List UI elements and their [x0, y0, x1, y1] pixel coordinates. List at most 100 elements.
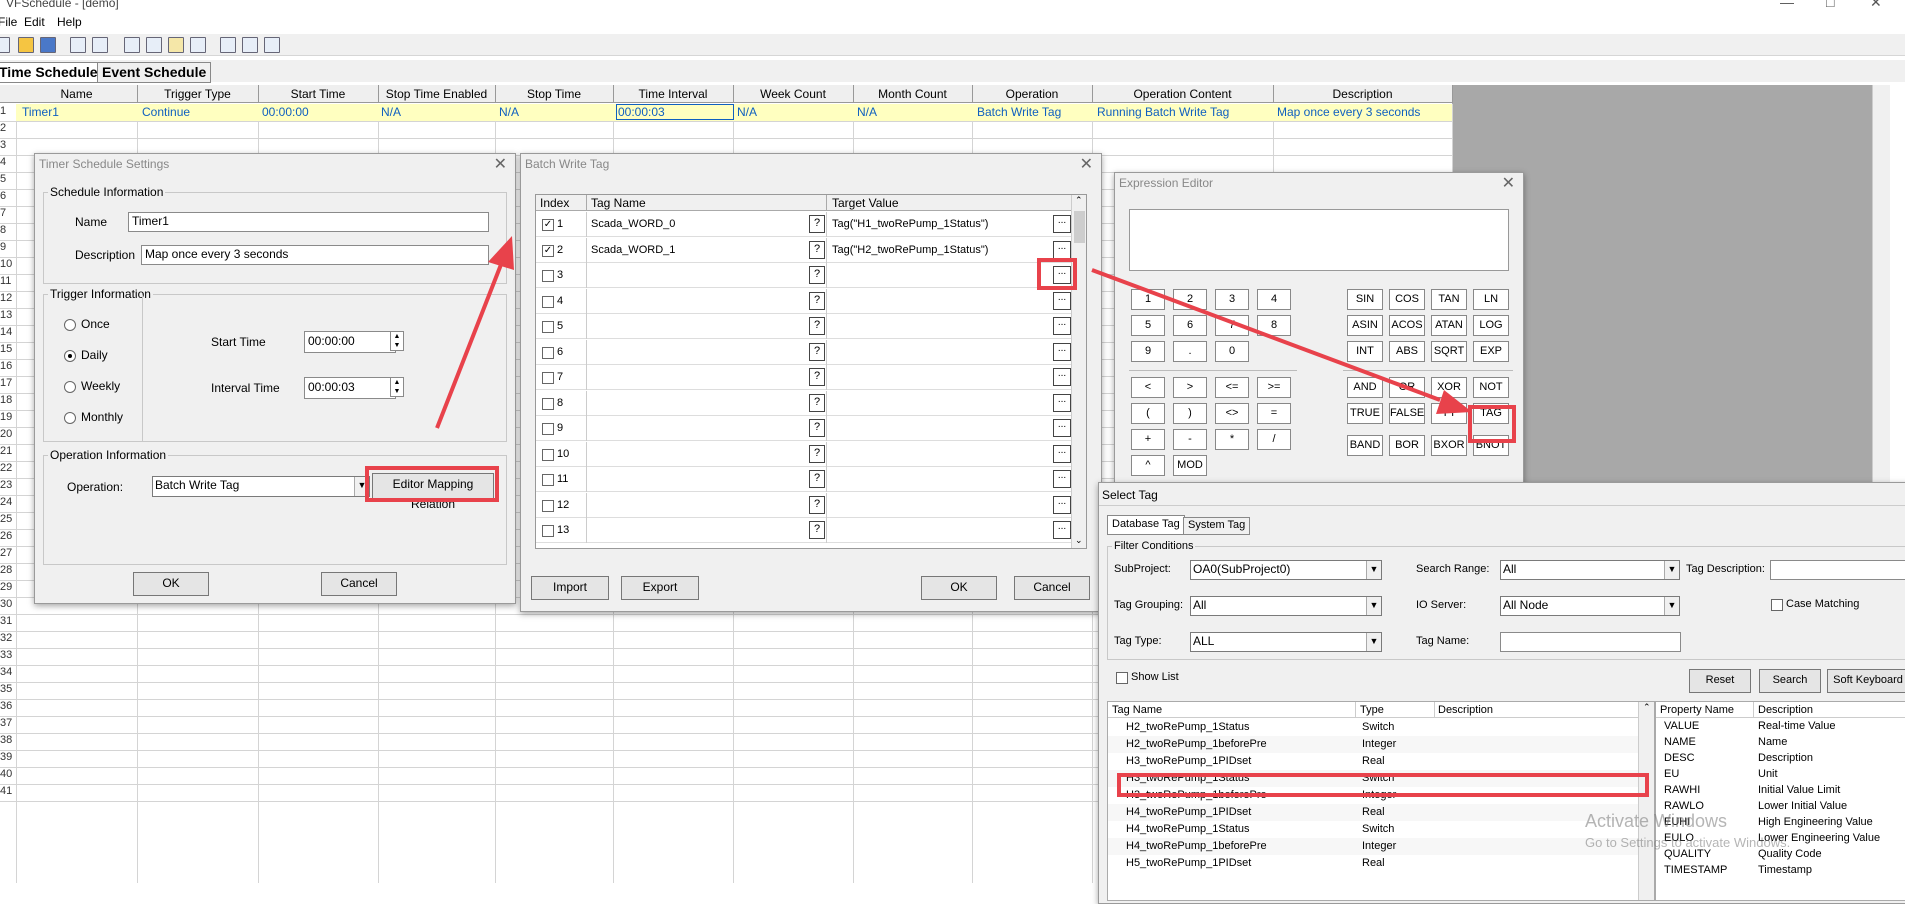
- tag-description-input[interactable]: [1770, 560, 1905, 580]
- key-0-0[interactable]: 1: [1131, 289, 1165, 310]
- row-number[interactable]: 27: [0, 547, 16, 559]
- row-number[interactable]: 37: [0, 717, 16, 729]
- row-number[interactable]: 7: [0, 207, 16, 219]
- tag-name-input[interactable]: [1500, 632, 1681, 652]
- settings-icon[interactable]: [264, 37, 280, 53]
- key-1-1[interactable]: 6: [1173, 315, 1207, 336]
- func-key-false[interactable]: FALSE: [1389, 403, 1425, 424]
- property-row[interactable]: VALUE Real-time Value: [1656, 719, 1905, 735]
- expression-editor-button[interactable]: ...: [1053, 495, 1071, 514]
- cell-start-time[interactable]: 00:00:00: [262, 105, 309, 119]
- key-3-3[interactable]: >=: [1257, 377, 1291, 398]
- cancel-button[interactable]: Cancel: [1014, 576, 1090, 600]
- row-number[interactable]: 31: [0, 615, 16, 627]
- table-row[interactable]: 3?...: [536, 263, 1071, 288]
- io-server-select[interactable]: All Node ▼: [1500, 596, 1680, 616]
- menu-edit[interactable]: Edit: [24, 15, 45, 29]
- tag-picker-button[interactable]: ?: [809, 521, 825, 539]
- key-3-0[interactable]: <: [1131, 377, 1165, 398]
- expression-editor-button[interactable]: ...: [1053, 419, 1071, 437]
- tag-picker-button[interactable]: ?: [809, 444, 825, 463]
- table-row[interactable]: ✓ 2 Scada_WORD_1? Tag("H2_twoRePump_1Status…: [536, 237, 1071, 263]
- tag-list-row[interactable]: H2_twoRePump_1Status Switch: [1108, 719, 1638, 736]
- cell-trigger-type[interactable]: Continue: [142, 105, 190, 119]
- cell-name[interactable]: Timer1: [22, 105, 59, 119]
- cancel-button[interactable]: Cancel: [321, 572, 397, 596]
- key-2-1[interactable]: .: [1173, 341, 1207, 362]
- func-key-tan[interactable]: TAN: [1431, 289, 1467, 310]
- tab-system-tag[interactable]: System Tag: [1183, 517, 1251, 535]
- print-icon[interactable]: [70, 37, 86, 53]
- key-3-2[interactable]: <=: [1215, 377, 1249, 398]
- property-row[interactable]: TIMESTAMP Timestamp: [1656, 863, 1905, 879]
- key-6-0[interactable]: ^: [1131, 455, 1165, 476]
- row-number[interactable]: 21: [0, 445, 16, 457]
- table-row[interactable]: 11?...: [536, 467, 1071, 492]
- row-target-value[interactable]: Tag("H2_twoRePump_1Status"): [832, 244, 988, 256]
- tag-list-row[interactable]: H2_twoRePump_1beforePre Integer: [1108, 736, 1638, 753]
- soft-keyboard-button[interactable]: Soft Keyboard: [1827, 669, 1905, 693]
- cell-operation[interactable]: Batch Write Tag: [977, 105, 1061, 119]
- expression-editor-button[interactable]: ...: [1053, 291, 1071, 310]
- row-number[interactable]: 9: [0, 241, 16, 253]
- func-key-abs[interactable]: ABS: [1389, 341, 1425, 362]
- row-number[interactable]: 26: [0, 530, 16, 542]
- maximize-icon[interactable]: □: [1826, 0, 1834, 10]
- cell-month-count[interactable]: N/A: [857, 105, 877, 119]
- export-button[interactable]: Export: [621, 576, 699, 600]
- table-row[interactable]: 12?...: [536, 492, 1071, 518]
- tag-type-select[interactable]: ALL ▼: [1190, 632, 1382, 652]
- tag-list-row[interactable]: H4_twoRePump_1Status Switch: [1108, 821, 1638, 838]
- key-2-0[interactable]: 9: [1131, 341, 1165, 362]
- row-checkbox[interactable]: [542, 423, 554, 435]
- print-preview-icon[interactable]: [92, 37, 108, 53]
- radio-once[interactable]: [64, 319, 76, 331]
- row-number[interactable]: 36: [0, 700, 16, 712]
- tag-picker-button[interactable]: ?: [809, 215, 825, 233]
- row-checkbox[interactable]: [542, 295, 554, 308]
- func-key-sqrt[interactable]: SQRT: [1431, 341, 1467, 362]
- scroll-thumb[interactable]: [1074, 211, 1085, 243]
- tag-picker-button[interactable]: ?: [809, 470, 825, 488]
- table-scrollbar[interactable]: ⌃ ⌄: [1071, 195, 1086, 548]
- key-5-3[interactable]: /: [1257, 429, 1291, 450]
- row-number[interactable]: 29: [0, 581, 16, 593]
- row-number[interactable]: 24: [0, 496, 16, 508]
- key-4-3[interactable]: =: [1257, 403, 1291, 424]
- save-icon[interactable]: [40, 37, 56, 53]
- tag-grouping-select[interactable]: All ▼: [1190, 596, 1382, 616]
- cell-stop-time-enabled[interactable]: N/A: [381, 105, 401, 119]
- table-row[interactable]: 8?...: [536, 390, 1071, 416]
- row-number[interactable]: 19: [0, 411, 16, 423]
- func-key-xor[interactable]: XOR: [1431, 377, 1467, 398]
- col-month-count[interactable]: Month Count: [853, 85, 973, 103]
- func-key-and[interactable]: AND: [1347, 377, 1383, 398]
- func-key-band[interactable]: BAND: [1347, 435, 1383, 456]
- minimize-icon[interactable]: —: [1780, 0, 1794, 10]
- func-key-exp[interactable]: EXP: [1473, 341, 1509, 362]
- func-key-asin[interactable]: ASIN: [1347, 315, 1383, 336]
- row-number[interactable]: 33: [0, 649, 16, 661]
- close-icon[interactable]: ✕: [1080, 154, 1093, 174]
- tab-event-schedule[interactable]: Event Schedule: [97, 62, 212, 83]
- tag-picker-button[interactable]: ?: [809, 240, 825, 259]
- case-matching-checkbox[interactable]: [1771, 599, 1783, 611]
- col-time-interval[interactable]: Time Interval: [613, 85, 734, 103]
- show-list-checkbox[interactable]: [1116, 672, 1128, 684]
- radio-daily[interactable]: [64, 350, 76, 362]
- row-checkbox[interactable]: ✓: [542, 219, 554, 231]
- property-row[interactable]: EU Unit: [1656, 767, 1905, 783]
- row-number[interactable]: 8: [0, 224, 16, 236]
- tab-time-schedule[interactable]: Time Schedule: [0, 62, 103, 83]
- row-number[interactable]: 10: [0, 258, 16, 270]
- key-1-2[interactable]: 7: [1215, 315, 1249, 336]
- cell-operation-content[interactable]: Running Batch Write Tag: [1097, 105, 1229, 119]
- col-operation-content[interactable]: Operation Content: [1092, 85, 1274, 103]
- tag-picker-button[interactable]: ?: [809, 393, 825, 412]
- row-checkbox[interactable]: [542, 397, 554, 410]
- key-4-2[interactable]: <>: [1215, 403, 1249, 424]
- col-stop-time[interactable]: Stop Time: [495, 85, 614, 103]
- row-number[interactable]: 40: [0, 768, 16, 780]
- cell-description[interactable]: Map once every 3 seconds: [1277, 105, 1420, 119]
- close-icon[interactable]: ✕: [1502, 173, 1515, 193]
